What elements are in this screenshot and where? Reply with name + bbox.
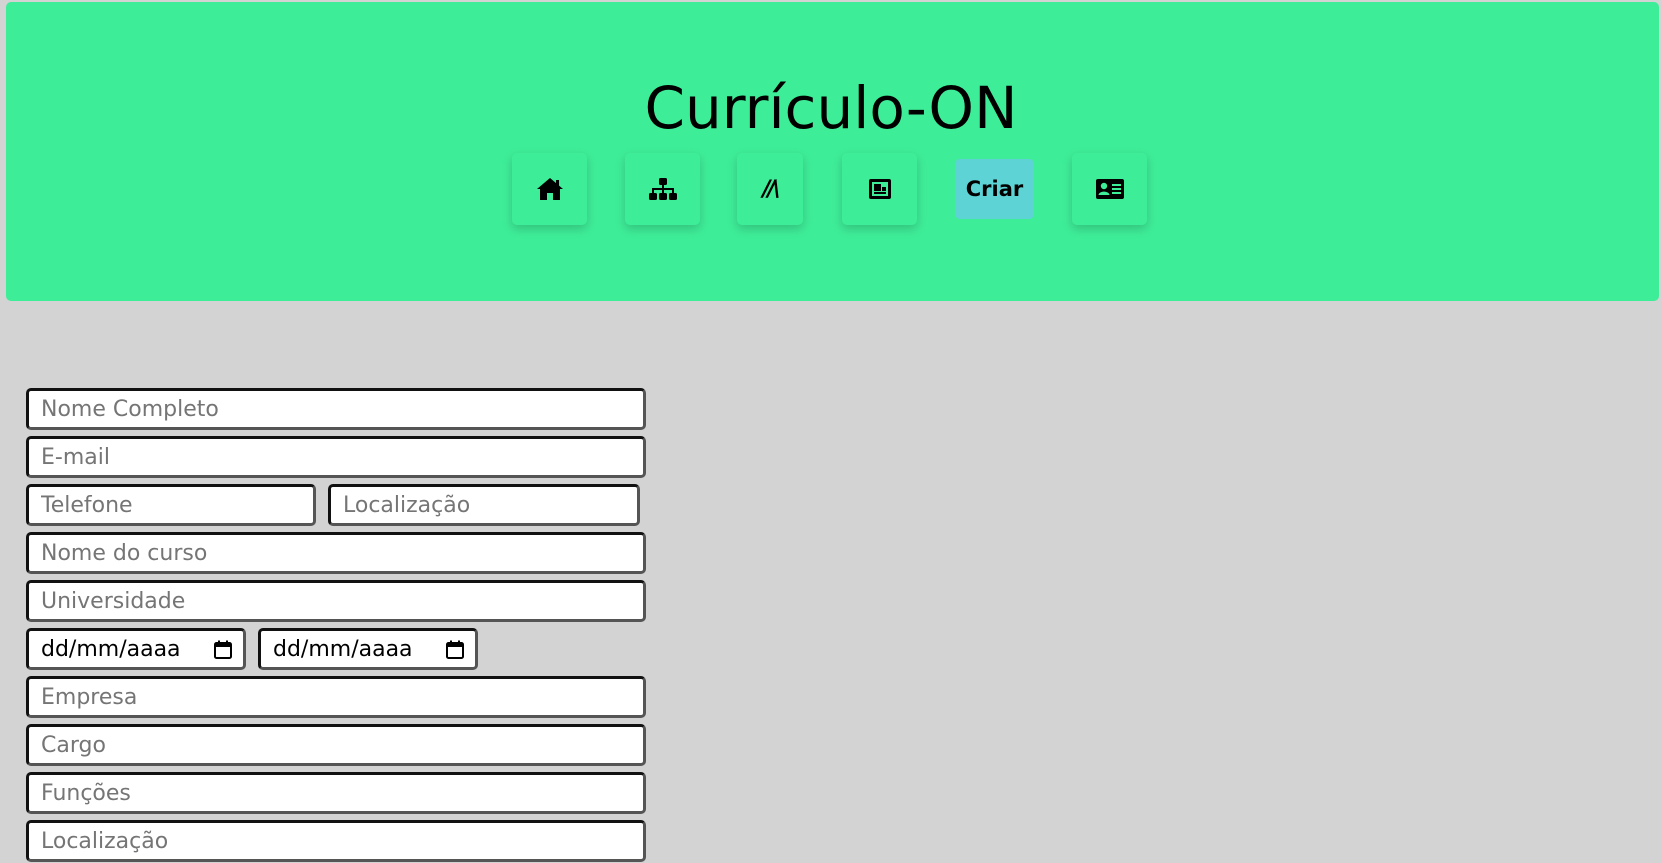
role-input[interactable] — [26, 724, 646, 766]
location-input[interactable] — [328, 484, 640, 526]
start-date-input[interactable]: dd/mm/aaaa — [26, 628, 246, 670]
page-title: Currículo-ON — [644, 74, 1018, 142]
nav-criar-button[interactable]: Criar — [955, 159, 1034, 219]
job-location-input[interactable] — [26, 820, 646, 862]
calendar-icon[interactable] — [445, 640, 465, 660]
start-date-value: dd/mm/aaaa — [41, 636, 181, 662]
university-input[interactable] — [26, 580, 646, 622]
site-header — [6, 2, 1659, 301]
nav-library-button[interactable]: //\ — [737, 153, 803, 225]
full-name-input[interactable] — [26, 388, 646, 430]
sitemap-icon — [648, 178, 677, 200]
email-input[interactable] — [26, 436, 646, 478]
functions-input[interactable] — [26, 772, 646, 814]
id-card-icon — [1095, 179, 1124, 199]
nav-profile-button[interactable] — [1072, 153, 1147, 225]
nav-bar: //\ Criar — [0, 153, 1662, 229]
end-date-input[interactable]: dd/mm/aaaa — [258, 628, 478, 670]
nav-portfolio-button[interactable] — [842, 153, 917, 225]
phone-input[interactable] — [26, 484, 316, 526]
portfolio-icon — [868, 179, 891, 199]
end-date-value: dd/mm/aaaa — [273, 636, 413, 662]
books-icon: //\ — [762, 176, 780, 202]
home-icon — [536, 178, 563, 200]
calendar-icon[interactable] — [213, 640, 233, 660]
nav-home-button[interactable] — [512, 153, 587, 225]
company-input[interactable] — [26, 676, 646, 718]
nav-structure-button[interactable] — [625, 153, 700, 225]
course-name-input[interactable] — [26, 532, 646, 574]
